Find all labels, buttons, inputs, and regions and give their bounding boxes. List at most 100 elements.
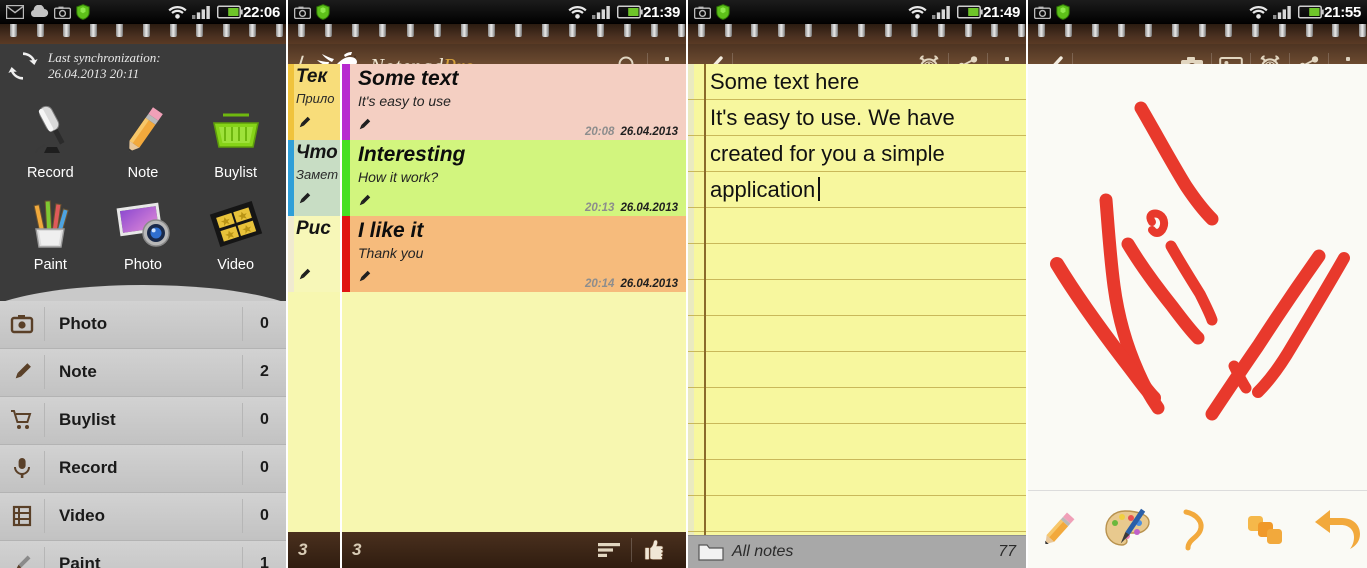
pencil-icon — [128, 106, 163, 152]
app-buylist[interactable]: Buylist — [189, 97, 282, 187]
status-bar-list: 21:39 — [288, 0, 686, 24]
sync-label: Last synchronization: — [48, 50, 161, 65]
note-list-item[interactable]: I like it Thank you 20:14 26.04.2013 — [342, 216, 686, 292]
status-left-icons — [694, 4, 730, 20]
pencil-icon — [0, 360, 44, 384]
home-divider-curve — [0, 278, 286, 301]
cloud-icon — [31, 5, 49, 18]
edit-pencil-icon — [356, 117, 372, 138]
app-label: Photo — [124, 256, 162, 273]
note-text[interactable]: Some text here It's easy to use. We have c… — [710, 64, 1018, 208]
sort-icon[interactable] — [587, 532, 631, 568]
category-count: 1 — [242, 547, 286, 568]
note-date: 26.04.2013 — [620, 126, 678, 138]
app-label: Video — [217, 256, 255, 273]
edit-pencil-icon — [296, 115, 312, 136]
app-note[interactable]: Note — [97, 97, 190, 187]
paper-rule-line — [688, 495, 1026, 496]
camera-icon — [1034, 6, 1051, 19]
note-meta: 20:08 26.04.2013 — [585, 126, 678, 138]
peek-note-item[interactable]: Тек Прило — [288, 64, 340, 140]
note-time: 20:08 — [585, 126, 615, 138]
edit-pencil-icon — [296, 267, 312, 288]
list-bottom-bar: 3 — [342, 532, 686, 568]
category-row[interactable]: Video 0 — [0, 492, 286, 541]
battery-icon — [1298, 5, 1324, 19]
spiral-binding-list — [288, 20, 686, 44]
battery-icon — [617, 5, 643, 19]
status-right-icons — [168, 5, 243, 19]
note-color-bar — [342, 216, 350, 292]
drawing-stroke — [1121, 237, 1205, 345]
panel-home: 22:06 Last synchronization: 26.04.2013 2… — [0, 0, 286, 568]
note-text-line: created for you a simple — [710, 141, 945, 166]
signal-icon — [592, 6, 610, 19]
app-photo[interactable]: Photo — [97, 189, 190, 279]
category-row[interactable]: Paint 1 — [0, 540, 286, 568]
drawing-canvas[interactable] — [1028, 64, 1367, 490]
category-list: Photo 0 Note 2 Buylist 0 Record 0 Video 0 Paint 1 — [0, 300, 286, 568]
peek-note-item[interactable]: Что Замет — [288, 140, 340, 216]
peek-title: Тек — [296, 66, 328, 87]
thumbs-up-icon[interactable] — [632, 532, 676, 568]
app-video[interactable]: Video — [189, 189, 282, 279]
drawing-strokes — [1050, 101, 1350, 421]
note-meta: 20:13 26.04.2013 — [585, 202, 678, 214]
drawing-stroke — [1134, 101, 1219, 226]
status-right-icons — [1249, 5, 1324, 19]
signal-icon — [192, 6, 210, 19]
paper-margin-line — [704, 64, 706, 535]
note-list: Some text It's easy to use 20:08 26.04.2013… — [342, 64, 686, 532]
note-meta: 20:14 26.04.2013 — [585, 278, 678, 290]
spiral-binding-editor — [688, 20, 1026, 44]
drawing-stroke — [1050, 257, 1161, 405]
note-list-item[interactable]: Interesting How it work? 20:13 26.04.2013 — [342, 140, 686, 216]
note-list-item[interactable]: Some text It's easy to use 20:08 26.04.2013 — [342, 64, 686, 140]
category-row[interactable]: Record 0 — [0, 444, 286, 493]
sync-status-bar[interactable]: Last synchronization: 26.04.2013 20:11 — [0, 44, 286, 91]
category-row[interactable]: Photo 0 — [0, 300, 286, 349]
category-name: Video — [59, 506, 105, 525]
category-row[interactable]: Note 2 — [0, 348, 286, 397]
camera-icon — [54, 6, 71, 19]
peek-count: 3 — [298, 540, 308, 559]
brush-icon — [0, 552, 44, 568]
note-paper[interactable]: Some text here It's easy to use. We have c… — [688, 64, 1026, 535]
note-text-line: It's easy to use. We have — [710, 105, 955, 130]
app-paint[interactable]: Paint — [4, 189, 97, 279]
category-count: 0 — [242, 451, 286, 485]
cart-icon — [0, 408, 44, 432]
signal-icon — [932, 6, 950, 19]
text-caret — [818, 177, 821, 201]
status-left-icons — [6, 4, 90, 20]
microphone-icon — [35, 105, 65, 153]
mic-icon — [0, 456, 44, 480]
folder-icon — [698, 544, 724, 561]
undo-tool[interactable] — [1312, 504, 1364, 556]
app-record[interactable]: Record — [4, 97, 97, 187]
film-icon — [0, 504, 44, 528]
paper-rule-line — [688, 423, 1026, 424]
category-row[interactable]: Buylist 0 — [0, 396, 286, 445]
folder-count: 77 — [998, 543, 1016, 560]
shapes-tool[interactable] — [1242, 504, 1294, 556]
note-color-bar — [342, 64, 350, 140]
folder-name: All notes — [732, 543, 794, 560]
pencil-tool[interactable] — [1032, 504, 1084, 556]
peek-subtitle: Замет — [296, 167, 339, 182]
curve-tool[interactable] — [1172, 504, 1224, 556]
sync-icon — [8, 52, 38, 80]
edit-pencil-icon — [296, 191, 312, 212]
shield-icon — [76, 4, 90, 20]
peek-bottom-bar: 3 — [288, 532, 342, 568]
spiral-binding-home — [0, 20, 286, 44]
palette-tool[interactable] — [1102, 504, 1154, 556]
edit-pencil-icon — [356, 269, 372, 290]
paper-rule-line — [688, 387, 1026, 388]
app-shortcut-grid: Record Note Buylist Paint Photo Video — [0, 90, 286, 279]
previous-panel-peek: Тек Прило Что Замет Рис — [288, 64, 342, 568]
category-name: Note — [59, 362, 97, 381]
note-time: 20:13 — [585, 202, 615, 214]
folder-status-bar[interactable]: All notes 77 — [688, 535, 1026, 568]
peek-note-item[interactable]: Рис — [288, 216, 340, 292]
